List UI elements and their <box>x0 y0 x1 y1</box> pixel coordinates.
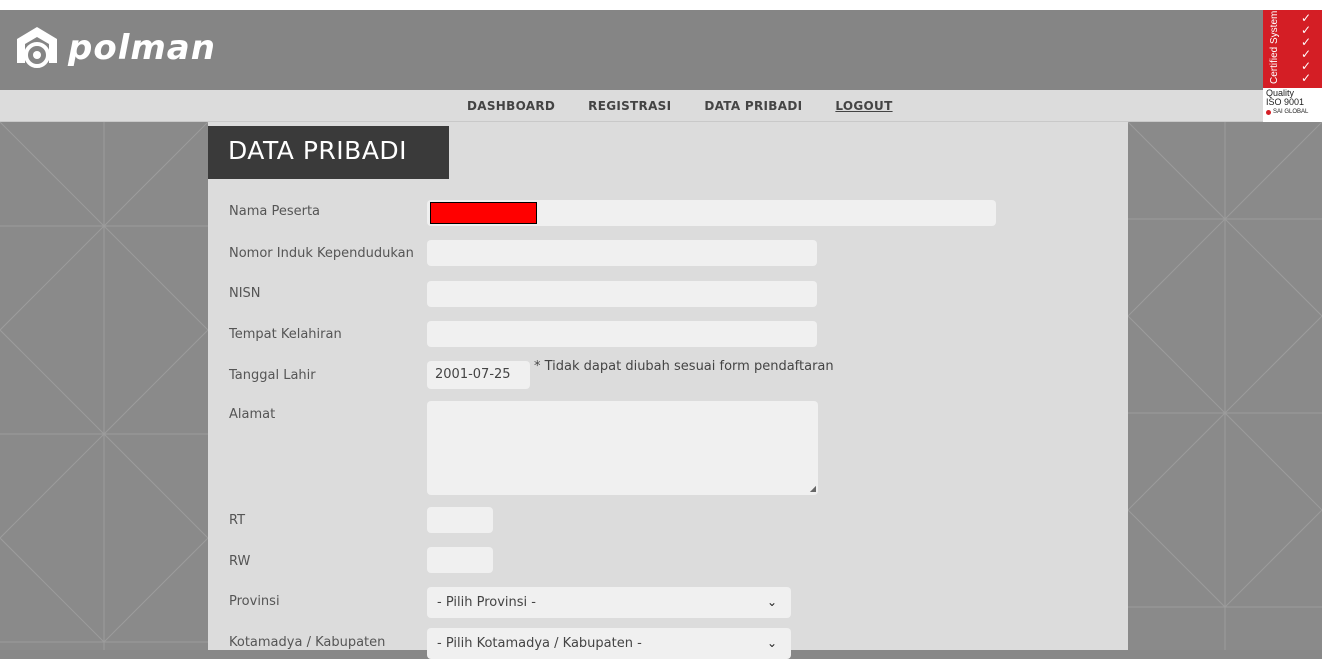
badge-brand-text: SAI GLOBAL <box>1273 109 1309 115</box>
resize-handle-icon[interactable]: ◢ <box>810 485 816 493</box>
iso-badge: Certified System ✓ ✓ ✓ ✓ ✓ ✓ Quality ISO 9001… <box>1263 10 1322 130</box>
provinsi-select[interactable]: - Pilih Provinsi - ⌄ <box>427 587 791 618</box>
main-panel: DATA PRIBADI Nama Peserta Nomor Induk Ke… <box>208 122 1128 659</box>
kota-select[interactable]: - Pilih Kotamadya / Kabupaten - ⌄ <box>427 628 791 659</box>
tanggal-note: * Tidak dapat diubah sesuai form pendaft… <box>534 359 834 374</box>
nav-registrasi[interactable]: REGISTRASI <box>588 99 671 113</box>
rt-label: RT <box>229 513 246 528</box>
polman-logo-icon <box>17 27 57 68</box>
brand-dot-icon <box>1266 109 1271 115</box>
polman-logo[interactable]: polman <box>14 22 216 74</box>
top-strip <box>0 0 1322 10</box>
nav-dashboard[interactable]: DASHBOARD <box>467 99 555 113</box>
main-nav: DASHBOARD REGISTRASI DATA PRIBADI LOGOUT <box>0 90 1322 122</box>
redaction-box <box>430 202 537 224</box>
kota-select-value: - Pilih Kotamadya / Kabupaten - <box>437 636 642 651</box>
tanggal-label: Tanggal Lahir <box>229 368 316 383</box>
tempat-label: Tempat Kelahiran <box>229 327 342 342</box>
site-header: polman <box>0 10 1322 90</box>
chevron-down-icon: ⌄ <box>766 636 777 650</box>
alamat-textarea[interactable]: ◢ <box>427 401 818 495</box>
tempat-input[interactable] <box>427 321 817 347</box>
provinsi-label: Provinsi <box>229 594 280 609</box>
badge-vertical-text: Certified System <box>1269 10 1280 84</box>
nav-data-pribadi[interactable]: DATA PRIBADI <box>704 99 802 113</box>
nama-label: Nama Peserta <box>229 204 321 219</box>
page-title: DATA PRIBADI <box>228 136 408 165</box>
rw-input[interactable] <box>427 547 493 573</box>
badge-quality-text: Quality ISO 9001 <box>1266 89 1304 107</box>
kota-label: Kotamadya / Kabupaten <box>229 635 386 650</box>
chevron-down-icon: ⌄ <box>766 595 777 609</box>
nik-input[interactable] <box>427 240 817 266</box>
tanggal-input[interactable]: 2001-07-25 <box>427 361 530 389</box>
badge-brand: SAI GLOBAL <box>1266 109 1308 115</box>
alamat-label: Alamat <box>229 407 276 422</box>
badge-red-area: Certified System ✓ ✓ ✓ ✓ ✓ ✓ <box>1263 10 1322 88</box>
nik-label: Nomor Induk Kependudukan <box>229 246 414 261</box>
provinsi-select-value: - Pilih Provinsi - <box>437 595 536 610</box>
checkmarks-icon: ✓ ✓ ✓ ✓ ✓ ✓ <box>1301 11 1312 85</box>
badge-line2: ISO 9001 <box>1266 97 1305 107</box>
rt-input[interactable] <box>427 507 493 533</box>
logo-text: polman <box>68 28 216 68</box>
nisn-label: NISN <box>229 286 261 301</box>
nav-logout[interactable]: LOGOUT <box>835 99 892 113</box>
page-title-box: DATA PRIBADI <box>208 126 449 179</box>
nisn-input[interactable] <box>427 281 817 307</box>
rw-label: RW <box>229 554 251 569</box>
